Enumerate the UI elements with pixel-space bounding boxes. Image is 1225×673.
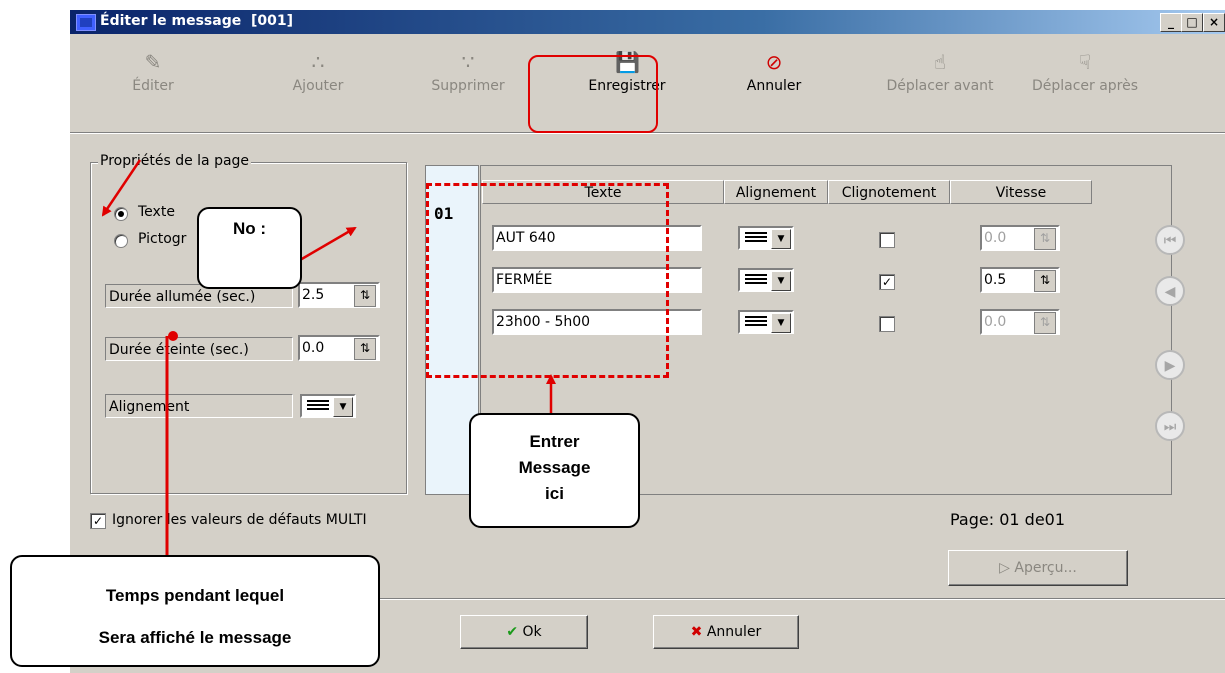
arrow-to-page-number — [299, 226, 357, 262]
display-time-callout: Temps pendant lequel Sera affiché le mes… — [10, 555, 380, 667]
no-callout: No : — [197, 207, 302, 289]
duration-marker-dot — [168, 331, 178, 341]
enter-message-callout: Entrer Message ici — [469, 413, 640, 528]
arrow-to-radio — [101, 159, 142, 217]
